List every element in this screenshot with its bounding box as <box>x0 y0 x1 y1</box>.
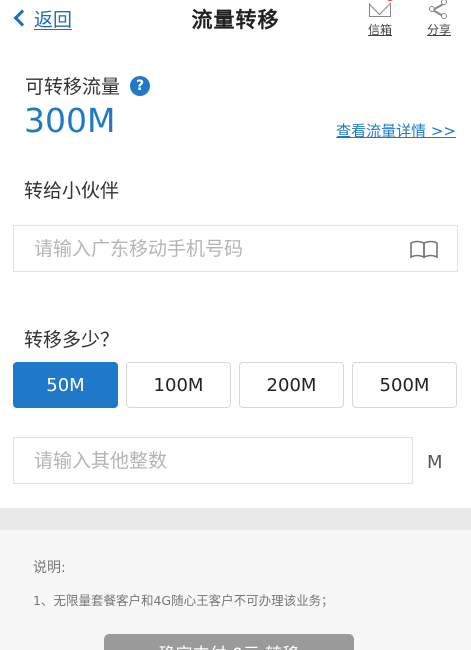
phone-number-field <box>13 225 458 272</box>
notes-section: 说明: 1、无限量套餐客户和4G随心王客户不可办理该业务； 确定支付 0元 转移 <box>0 530 471 650</box>
page-title: 流量转移 <box>191 8 280 32</box>
flow-detail-link[interactable]: 查看流量详情 >> <box>336 120 456 141</box>
mailbox-label: 信箱 <box>367 23 392 37</box>
share-button[interactable]: 分享 <box>419 0 459 40</box>
top-nav-bar: 返回 流量转移 信箱 分享 <box>0 0 471 40</box>
recipient-label: 转给小伙伴 <box>24 180 120 202</box>
transferable-flow-label: 可转移流量 <box>25 76 121 98</box>
other-amount-field <box>13 437 413 484</box>
notes-item: 1、无限量套餐客户和4G随心王客户不可办理该业务； <box>33 593 334 608</box>
amount-option-100m[interactable]: 100M <box>126 362 231 408</box>
mailbox-button[interactable]: 信箱 <box>360 0 400 40</box>
phone-number-input[interactable] <box>14 237 457 260</box>
help-icon[interactable]: ? <box>130 75 151 96</box>
share-label: 分享 <box>426 23 451 37</box>
share-icon <box>429 0 449 19</box>
amount-option-50m[interactable]: 50M <box>13 362 118 408</box>
transferable-flow-row: 可转移流量 ? <box>25 72 151 99</box>
section-divider <box>0 508 471 530</box>
flow-transfer-page: 返回 流量转移 信箱 分享 可转移流量 ? 300M 查看流量详情 >> 转给小… <box>0 0 471 650</box>
notification-dot <box>386 0 394 1</box>
amount-option-500m[interactable]: 500M <box>352 362 457 408</box>
amount-option-200m[interactable]: 200M <box>239 362 344 408</box>
unit-label: M <box>427 452 443 473</box>
contacts-book-icon[interactable] <box>409 239 439 259</box>
transfer-amount-label: 转移多少？ <box>24 329 120 351</box>
transferable-flow-amount: 300M <box>24 101 116 140</box>
other-amount-input[interactable] <box>14 449 412 472</box>
submit-button[interactable]: 确定支付 0元 转移 <box>104 634 354 650</box>
notes-title: 说明: <box>33 560 66 576</box>
mail-icon <box>369 0 394 17</box>
